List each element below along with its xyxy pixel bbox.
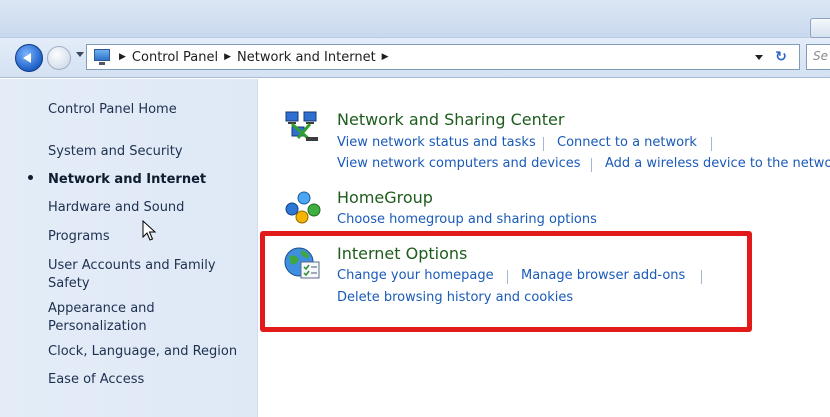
refresh-icon[interactable]: ↻ <box>771 48 791 66</box>
address-bar[interactable]: ▶ Control Panel ▶ Network and Internet ▶… <box>86 44 800 70</box>
current-item-bullet <box>28 175 33 180</box>
search-input[interactable]: Se <box>806 44 830 70</box>
sidebar-item-control-panel-home[interactable]: Control Panel Home <box>48 101 177 119</box>
homegroup-title[interactable]: HomeGroup <box>337 188 433 207</box>
recent-pages-dropdown[interactable] <box>76 52 84 57</box>
network-icon <box>285 111 318 142</box>
sidebar-item-ease-of-access[interactable]: Ease of Access <box>48 371 144 389</box>
highlight-box <box>260 231 752 332</box>
link-separator <box>711 137 712 151</box>
sidebar-item-user-accounts-line2[interactable]: Safety <box>48 275 90 293</box>
view-network-status-link[interactable]: View network status and tasks <box>337 135 536 150</box>
mouse-cursor-icon <box>142 220 157 241</box>
sidebar-item-system-and-security[interactable]: System and Security <box>48 143 183 161</box>
minimize-button[interactable] <box>810 18 830 38</box>
sidebar-item-hardware-and-sound[interactable]: Hardware and Sound <box>48 199 184 217</box>
sidebar-item-appearance-line2[interactable]: Personalization <box>48 318 147 336</box>
left-navigation-pane <box>0 79 258 417</box>
sidebar-item-clock-language-region[interactable]: Clock, Language, and Region <box>48 343 237 361</box>
link-separator <box>591 158 592 172</box>
control-panel-icon <box>91 48 113 66</box>
connect-to-network-link[interactable]: Connect to a network <box>557 135 697 150</box>
back-arrow-icon[interactable] <box>15 44 43 72</box>
window-titlebar <box>0 0 830 38</box>
sidebar-item-programs[interactable]: Programs <box>48 228 110 246</box>
breadcrumb-network-and-internet[interactable]: Network and Internet <box>237 50 376 65</box>
sidebar-item-user-accounts[interactable]: User Accounts and Family <box>48 257 216 275</box>
view-network-computers-link[interactable]: View network computers and devices <box>337 156 581 171</box>
navigation-bar: ▶ Control Panel ▶ Network and Internet ▶… <box>0 38 830 78</box>
add-wireless-device-link[interactable]: Add a wireless device to the netwo <box>605 156 830 171</box>
breadcrumb-control-panel[interactable]: Control Panel <box>132 50 218 65</box>
address-dropdown-icon[interactable] <box>755 55 763 60</box>
homegroup-icon <box>285 191 321 224</box>
breadcrumb-arrow-icon[interactable]: ▶ <box>224 52 231 62</box>
forward-arrow-icon[interactable] <box>47 46 71 70</box>
sidebar-item-appearance[interactable]: Appearance and <box>48 300 155 318</box>
network-sharing-center-title[interactable]: Network and Sharing Center <box>337 110 564 129</box>
choose-homegroup-link[interactable]: Choose homegroup and sharing options <box>337 212 597 227</box>
breadcrumb-arrow-icon[interactable]: ▶ <box>119 52 126 62</box>
breadcrumb-arrow-icon[interactable]: ▶ <box>382 52 389 62</box>
sidebar-item-network-and-internet[interactable]: Network and Internet <box>48 171 206 189</box>
link-separator <box>543 137 544 151</box>
